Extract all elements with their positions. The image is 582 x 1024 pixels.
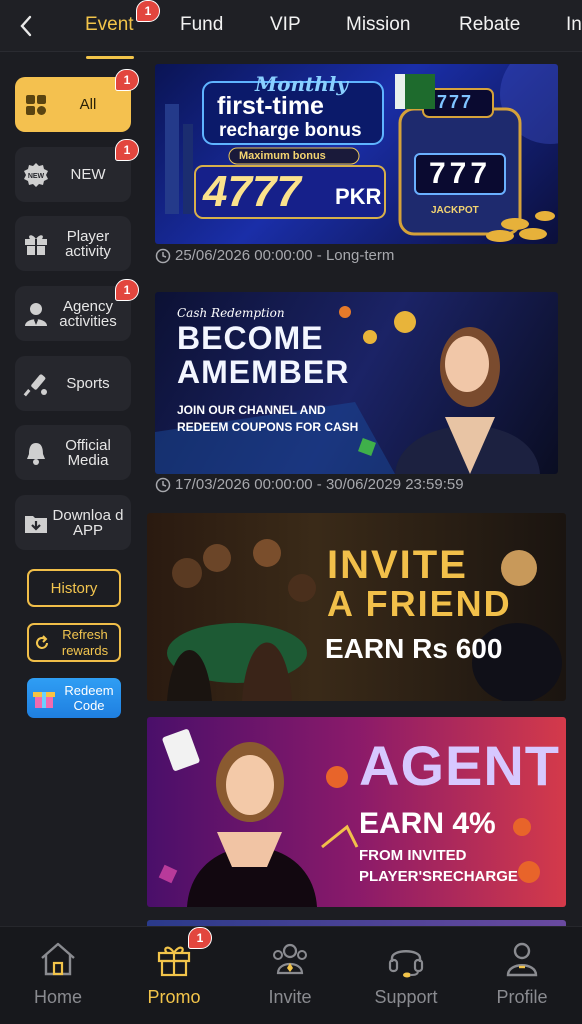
banner-script: Cash Redemption [177, 306, 285, 320]
nav-promo[interactable]: Promo [124, 939, 224, 1008]
nav-label: Support [374, 987, 438, 1007]
chevron-left-icon [20, 15, 32, 37]
sidebar-item-new[interactable]: NEW NEW [15, 147, 131, 202]
tab-vip[interactable]: VIP [270, 14, 301, 36]
nav-profile[interactable]: Profile [472, 939, 572, 1008]
sidebar-item-label: All [79, 96, 97, 113]
banner-title-2: A FRIEND [327, 583, 512, 624]
bell-icon [23, 440, 49, 466]
promo-date-2: 17/03/2026 00:00:00 - 30/06/2029 23:59:5… [155, 476, 464, 493]
sidebar-item-label: NEW [70, 166, 106, 183]
history-button[interactable]: History [27, 569, 121, 607]
sidebar-all-badge: 1 [115, 69, 139, 91]
slot-top-label: 777 [437, 92, 474, 112]
sidebar-item-download-app[interactable]: Downloa d APP [15, 495, 131, 550]
sidebar-item-label: Downloa d APP [52, 506, 124, 539]
sidebar-item-label: Agency activities [59, 297, 117, 330]
promo-banner-agent[interactable]: AGENT EARN 4% FROM INVITED PLAYER'SRECHA… [147, 717, 566, 907]
category-sidebar: All 1 NEW NEW 1 Player activity Agency a… [0, 52, 143, 926]
promotion-list: Monthly first-time recharge bonus Maximu… [143, 52, 582, 926]
banner-decoration [165, 64, 558, 242]
date-range-text: 17/03/2026 00:00:00 - 30/06/2029 23:59:5… [175, 476, 464, 493]
slot-reels-label: 777 [429, 157, 492, 190]
nav-label: Home [33, 987, 82, 1007]
cricket-bat-icon [23, 371, 49, 397]
grid-icon [23, 92, 49, 118]
banner-title: BECOME [177, 320, 324, 356]
nav-promo-badge: 1 [188, 927, 212, 949]
banner-earn: EARN 4% [359, 807, 496, 840]
banner-title: first-time [217, 92, 324, 120]
sidebar-item-official-media[interactable]: Official Media [15, 425, 131, 480]
promo-banner-become-member[interactable]: Cash Redemption BECOME AMEMBER JOIN OUR … [155, 292, 558, 474]
banner-title-2: AMEMBER [177, 354, 350, 390]
tab-mission[interactable]: Mission [346, 14, 410, 36]
redeem-code-label: Redeem Code [64, 683, 114, 713]
refresh-icon [33, 634, 51, 652]
tab-event[interactable]: Event [85, 14, 134, 36]
nav-home[interactable]: Home [8, 939, 108, 1008]
back-button[interactable] [14, 12, 38, 40]
clock-icon [155, 248, 171, 263]
sidebar-item-all[interactable]: All [15, 77, 131, 132]
tab-invite-partial[interactable]: In [566, 14, 582, 36]
sidebar-agency-badge: 1 [115, 279, 139, 301]
nav-label: Invite [268, 987, 312, 1007]
tab-event-badge: 1 [136, 0, 160, 22]
banner-line-2: PLAYER'SRECHARGE [359, 868, 518, 885]
promo-banner-recharge-bonus[interactable]: Monthly first-time recharge bonus Maximu… [155, 64, 558, 244]
headset-icon [356, 939, 456, 979]
new-badge-icon: NEW [23, 162, 49, 188]
sidebar-item-sports[interactable]: Sports [15, 356, 131, 411]
agent-icon [23, 301, 49, 327]
sidebar-item-label: Sports [66, 375, 110, 392]
redeem-code-button[interactable]: Redeem Code [27, 678, 121, 718]
sidebar-new-badge: 1 [115, 139, 139, 161]
banner-subtitle: recharge bonus [219, 120, 362, 141]
banner-title: AGENT [359, 734, 560, 797]
svg-text:NEW: NEW [28, 173, 45, 180]
banner-line-1: FROM INVITED [359, 847, 467, 864]
download-icon [23, 510, 49, 536]
nav-label: Promo [147, 987, 201, 1007]
invite-icon [240, 939, 340, 979]
banner-title: INVITE [327, 543, 468, 587]
sidebar-item-label: Player activity [65, 227, 111, 260]
nav-label: Profile [496, 987, 548, 1007]
tab-rebate[interactable]: Rebate [459, 14, 520, 36]
banner-earn: EARN Rs 600 [325, 633, 503, 664]
refresh-rewards-button[interactable]: Refresh rewards [27, 623, 121, 662]
sidebar-item-label: Official Media [65, 436, 111, 469]
banner-line-1: JOIN OUR CHANNEL AND [177, 403, 326, 417]
promo-date-1: 25/06/2026 00:00:00 - Long-term [155, 247, 394, 264]
sidebar-item-agency-activities[interactable]: Agency activities [15, 286, 131, 341]
promo-banner-invite-friend[interactable]: INVITE A FRIEND EARN Rs 600 [147, 513, 566, 701]
tab-fund[interactable]: Fund [180, 14, 223, 36]
profile-icon [472, 939, 572, 979]
clock-icon [155, 477, 171, 492]
banner-line-2: REDEEM COUPONS FOR CASH [177, 420, 359, 434]
top-tab-bar: Event 1 Fund VIP Mission Rebate In [0, 0, 582, 52]
gift-box-icon [27, 685, 57, 711]
nav-invite[interactable]: Invite [240, 939, 340, 1008]
banner-currency: PKR [335, 184, 382, 209]
home-icon [8, 939, 108, 979]
date-range-text: 25/06/2026 00:00:00 - Long-term [175, 247, 395, 264]
jackpot-label: JACKPOT [431, 205, 479, 216]
sidebar-item-player-activity[interactable]: Player activity [15, 216, 131, 271]
refresh-rewards-label: Refresh rewards [61, 626, 109, 658]
banner-max-bonus: Maximum bonus [239, 150, 326, 162]
banner-amount: 4777 [203, 167, 301, 216]
gift-icon [23, 231, 49, 257]
bottom-navigation: Home Promo 1 Invite Support Profile [0, 926, 582, 1024]
nav-support[interactable]: Support [356, 939, 456, 1008]
